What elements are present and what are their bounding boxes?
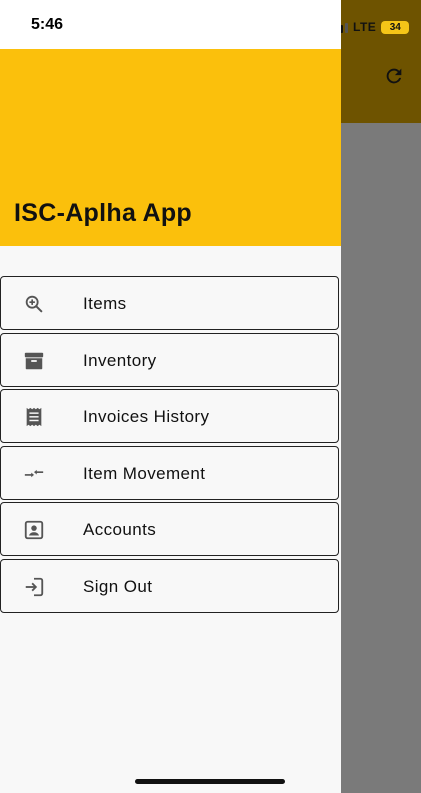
zoom-in-icon — [22, 292, 46, 316]
status-time: 5:46 — [31, 16, 64, 33]
menu-item-label: Invoices History — [83, 407, 210, 427]
swap-arrows-icon — [22, 462, 46, 486]
menu-item-label: Sign Out — [83, 576, 153, 596]
battery-level: 34 — [389, 21, 401, 33]
network-type: LTE — [353, 20, 377, 34]
drawer-header: ISC-Aplha App — [0, 49, 341, 246]
status-bar-right: LTE 34 — [330, 18, 410, 36]
navigation-drawer: 5:46 ISC-Aplha App Items Inventory Invoi… — [0, 0, 341, 793]
menu-item-items[interactable]: Items — [0, 276, 339, 330]
login-icon — [22, 575, 46, 599]
drawer-menu: Items Inventory Invoices History Item Mo… — [0, 276, 341, 616]
account-box-icon — [22, 518, 46, 542]
home-indicator[interactable] — [135, 779, 285, 784]
menu-item-item-movement[interactable]: Item Movement — [0, 445, 339, 500]
menu-item-label: Items — [83, 294, 127, 313]
menu-item-accounts[interactable]: Accounts — [0, 502, 339, 557]
menu-item-label: Accounts — [83, 520, 157, 540]
menu-item-label: Inventory — [83, 350, 157, 370]
archive-icon — [22, 349, 46, 373]
status-bar-left: 5:46 — [0, 0, 341, 49]
refresh-icon[interactable] — [383, 65, 405, 87]
menu-item-inventory[interactable]: Inventory — [0, 332, 339, 387]
receipt-icon — [22, 405, 46, 429]
menu-item-label: Item Movement — [83, 463, 206, 483]
menu-item-sign-out[interactable]: Sign Out — [0, 558, 339, 613]
drawer-title: ISC-Aplha App — [14, 199, 192, 227]
menu-item-invoices-history[interactable]: Invoices History — [0, 389, 339, 444]
battery-icon: 34 — [381, 20, 410, 34]
